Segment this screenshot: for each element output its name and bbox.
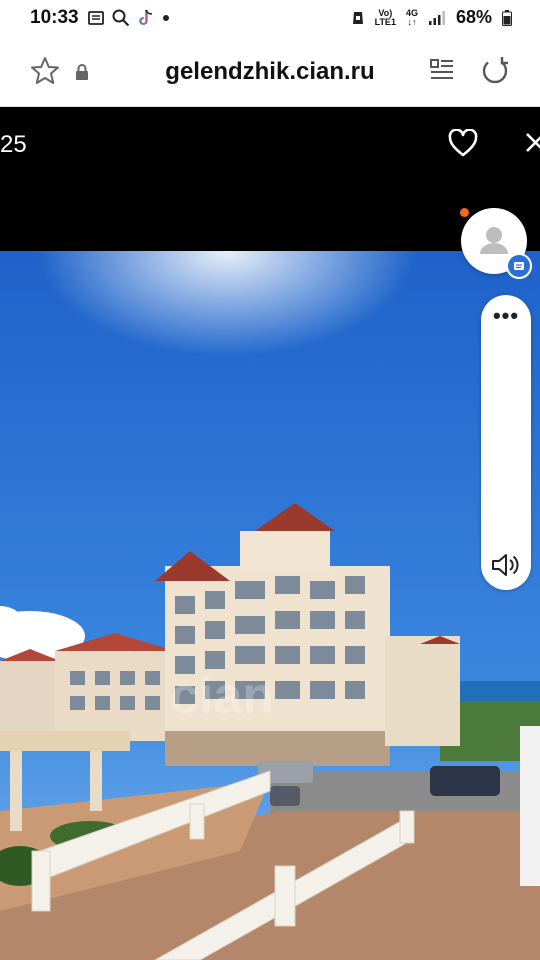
status-notification-icons: [88, 9, 170, 27]
listing-photo[interactable]: cian: [0, 251, 540, 960]
photo-counter: 25: [0, 131, 27, 158]
dot-icon: [163, 15, 169, 21]
reload-icon[interactable]: [480, 56, 510, 86]
side-control-panel: •••: [481, 295, 531, 590]
more-icon[interactable]: •••: [481, 303, 531, 329]
signal-icon: [428, 10, 445, 25]
search-icon: [112, 9, 130, 27]
heart-icon[interactable]: [448, 129, 478, 157]
tiktok-icon: [139, 9, 153, 25]
close-icon[interactable]: [524, 131, 540, 155]
message-icon: [88, 11, 104, 25]
photo-watermark: cian: [170, 667, 275, 725]
status-right: Vo) LTE1 4G ↓↑ 68%: [351, 7, 512, 28]
photo-viewer-header: 25: [0, 107, 540, 251]
battery-level: 68%: [455, 7, 492, 27]
status-time: 10:33: [30, 7, 79, 28]
browser-url-bar: gelendzhik.cian.ru: [0, 38, 540, 107]
volume-icon[interactable]: [491, 551, 521, 579]
notification-dot: [460, 208, 469, 217]
network-bottom: LTE1: [374, 16, 396, 27]
message-badge-icon: [506, 253, 532, 279]
data-arrows-icon: ↓↑: [407, 16, 417, 27]
battery-icon: [502, 9, 512, 26]
menu-icon[interactable]: [430, 58, 454, 82]
status-bar: 10:33 Vo) LTE1 4G ↓↑ 68%: [0, 0, 540, 38]
alarm-icon: [352, 11, 363, 24]
network-label: Vo) LTE1: [374, 8, 396, 27]
url-text[interactable]: gelendzhik.cian.ru: [0, 58, 540, 86]
photo-scene: [0, 251, 540, 960]
signal-type-label: 4G ↓↑: [406, 8, 418, 27]
